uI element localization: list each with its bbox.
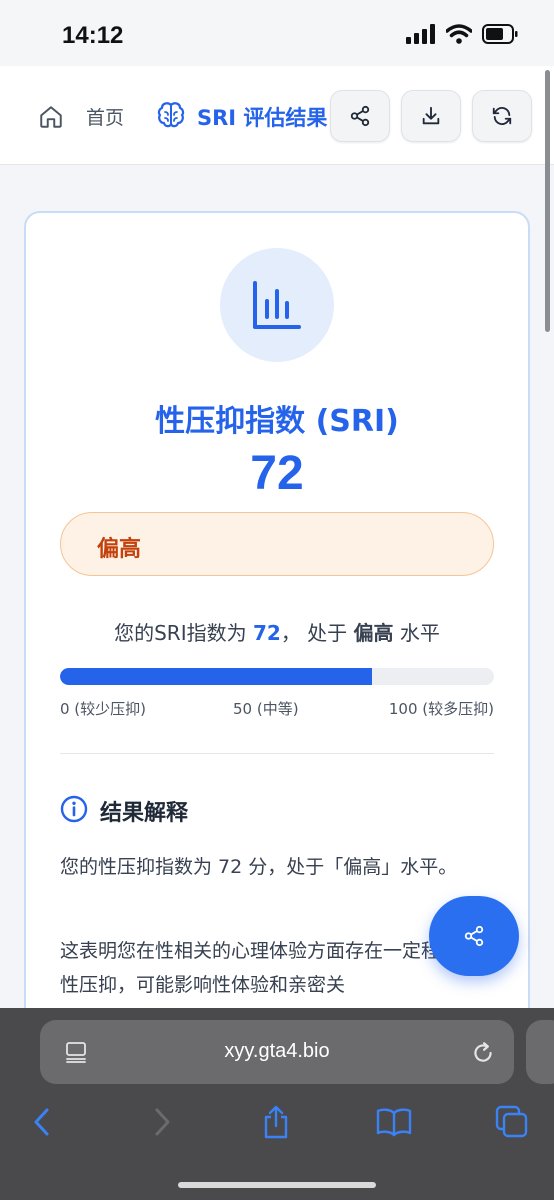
score-progress-bar <box>60 668 494 685</box>
wifi-icon <box>446 24 472 44</box>
back-button[interactable] <box>22 1102 62 1142</box>
refresh-button[interactable] <box>472 90 532 142</box>
interpretation-title: 结果解释 <box>100 801 189 826</box>
download-button[interactable] <box>401 90 461 142</box>
score-title: 性压抑指数 (SRI) <box>155 404 399 439</box>
chart-icon-circle <box>220 248 334 362</box>
brain-icon <box>157 102 185 128</box>
signal-icon <box>406 24 435 44</box>
home-icon[interactable] <box>38 104 64 130</box>
summary-level: 偏高 <box>353 621 394 645</box>
page-scrollbar[interactable] <box>545 70 550 332</box>
tabs-button[interactable] <box>492 1102 532 1142</box>
download-icon <box>422 106 440 125</box>
summary-mid: ， 处于 <box>280 621 348 645</box>
score-summary: 您的SRI指数为 72， 处于 偏高 水平 <box>0 617 554 646</box>
address-bar[interactable]: xyy.gta4.bio <box>40 1020 514 1084</box>
section-divider <box>60 753 494 754</box>
next-tab-address-bar[interactable] <box>526 1020 554 1084</box>
chevron-left-icon <box>34 1108 49 1136</box>
interpretation-paragraph-2: 这表明您在性相关的心理体验方面存在一定程度的性压抑，可能影响性体验和亲密关 <box>60 940 479 996</box>
bookmarks-button[interactable] <box>374 1102 414 1142</box>
share-sheet-icon <box>264 1105 288 1139</box>
share-button[interactable] <box>330 90 390 142</box>
chevron-right-icon <box>155 1108 170 1136</box>
home-indicator <box>178 1182 376 1188</box>
floating-share-button[interactable] <box>429 896 519 976</box>
level-badge: 偏高 <box>60 512 494 576</box>
status-bar: 14:12 <box>0 0 554 66</box>
interpretation-paragraph-1: 您的性压抑指数为 72 分，处于「偏高」水平。 <box>60 856 458 878</box>
browser-toolbar: xyy.gta4.bio <box>0 1008 554 1200</box>
breadcrumb-home[interactable]: 首页 <box>86 103 124 130</box>
share-icon <box>464 925 484 947</box>
share-sheet-button[interactable] <box>256 1102 296 1142</box>
share-icon <box>350 105 370 127</box>
battery-icon <box>482 24 518 44</box>
bar-chart-icon <box>253 281 301 329</box>
url-text[interactable]: xyy.gta4.bio <box>40 1040 514 1063</box>
page-title[interactable]: SRI 评估结果 <box>197 102 327 132</box>
summary-suffix: 水平 <box>399 621 440 645</box>
status-time: 14:12 <box>62 22 124 49</box>
score-progress-fill <box>60 668 373 685</box>
book-icon <box>376 1108 412 1137</box>
info-icon <box>60 795 88 823</box>
refresh-icon <box>492 107 512 125</box>
summary-prefix: 您的SRI指数为 <box>114 621 247 645</box>
status-icons <box>406 24 518 44</box>
reload-icon[interactable] <box>470 1040 496 1066</box>
summary-score: 72 <box>252 621 281 645</box>
scale-label-low: 0 (较少压抑) <box>60 700 147 718</box>
scale-label-high: 100 (较多压抑) <box>388 700 494 718</box>
app-header: 首页 SRI 评估结果 <box>0 66 554 165</box>
tabs-icon <box>495 1105 528 1138</box>
scale-label-mid: 50 (中等) <box>233 700 299 718</box>
score-value: 72 <box>250 447 304 500</box>
forward-button[interactable] <box>142 1102 182 1142</box>
level-badge-text: 偏高 <box>97 537 142 562</box>
